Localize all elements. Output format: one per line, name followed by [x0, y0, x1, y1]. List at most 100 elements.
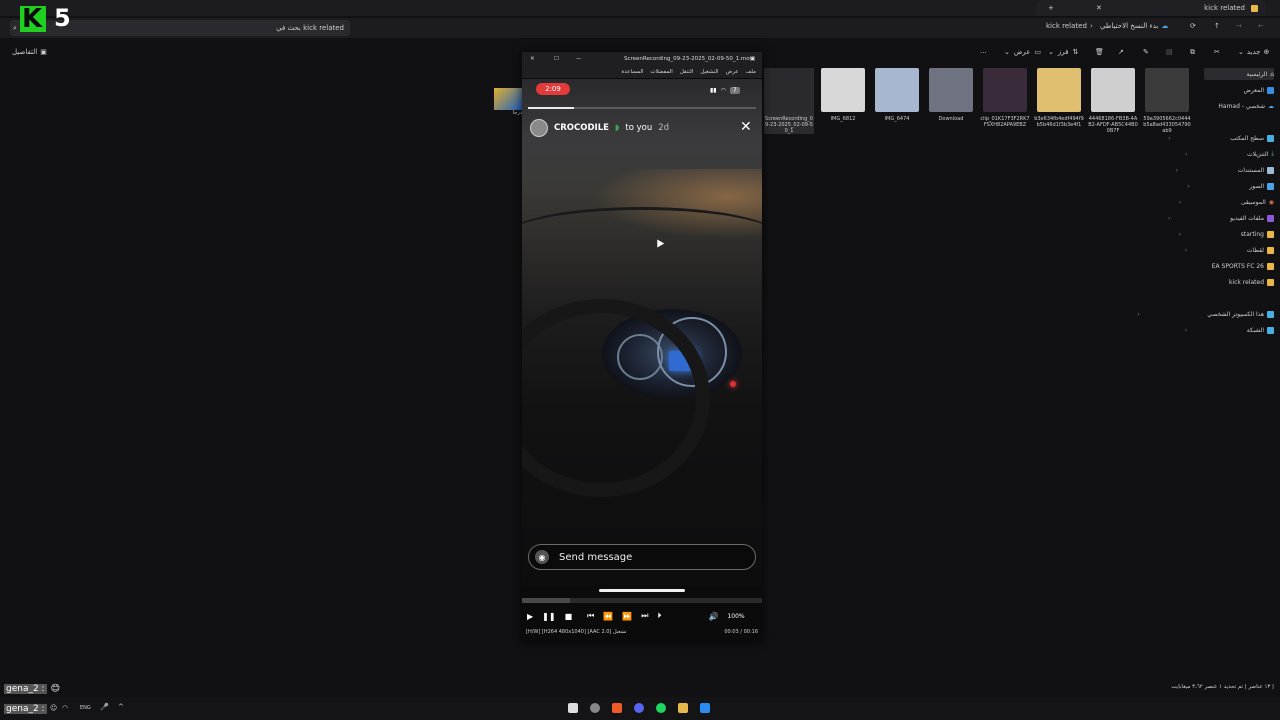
- player-menu-item[interactable]: التنقل: [680, 69, 693, 75]
- details-button[interactable]: التفاصيل ▣: [12, 48, 47, 56]
- delete-icon[interactable]: 🗑: [1095, 48, 1104, 56]
- nav-item-music[interactable]: › الموسيقى ◉: [1179, 196, 1274, 208]
- nav-item-kick-related[interactable]: kick related: [1229, 276, 1274, 288]
- player-menu-item[interactable]: المفضلات: [650, 69, 672, 75]
- picture-icon: [1267, 182, 1274, 190]
- stop-icon[interactable]: ■: [565, 612, 573, 621]
- expand-icon[interactable]: ›: [1185, 247, 1187, 254]
- expand-icon[interactable]: ›: [1179, 199, 1181, 206]
- maximize-icon[interactable]: ☐: [554, 56, 559, 62]
- nav-item-documents[interactable]: › المستندات: [1176, 164, 1274, 176]
- nav-item-gallery[interactable]: المعرض: [1244, 84, 1274, 96]
- breadcrumb[interactable]: kick related: [1046, 22, 1087, 30]
- nav-item-downloads[interactable]: › التنزيلات ⤓: [1185, 148, 1274, 160]
- share-icon[interactable]: ↗: [1118, 48, 1124, 56]
- tray-chevron-icon[interactable]: ^: [118, 703, 124, 711]
- player-menu-item[interactable]: ملف: [746, 69, 756, 75]
- expand-icon[interactable]: ›: [1185, 327, 1187, 334]
- fast-forward-icon[interactable]: ⏩: [622, 612, 632, 621]
- player-menu-bar: المساعدة المفضلات التنقل التشغيل عرض ملف: [522, 66, 762, 78]
- discord-taskbar-icon[interactable]: [634, 703, 644, 713]
- player-menu-item[interactable]: عرض: [726, 69, 739, 75]
- player-menu-item[interactable]: المساعدة: [621, 69, 643, 75]
- expand-icon[interactable]: ›: [1185, 151, 1187, 158]
- wifi-tray-icon[interactable]: ◠: [62, 704, 68, 712]
- view-button[interactable]: ⌄ عرض ▭: [1004, 48, 1041, 56]
- cut-icon[interactable]: ✂: [1214, 48, 1220, 56]
- avatar[interactable]: [530, 119, 548, 137]
- more-options-icon[interactable]: ...: [980, 47, 987, 55]
- new-tab-icon[interactable]: +: [1048, 4, 1054, 12]
- sort-button[interactable]: ⌄ فرز ⇅: [1048, 48, 1078, 56]
- file-thumbnail[interactable]: b3e634fb4edf494f9b5b46d1f3b3e4f1: [1034, 68, 1084, 128]
- nav-item-starting[interactable]: › starting: [1179, 228, 1274, 240]
- forward-arrow-icon[interactable]: →: [1236, 22, 1242, 30]
- close-icon[interactable]: ✕: [530, 56, 535, 62]
- file-thumbnail[interactable]: 44468186-FB3B-4AB2-AFDF-AB5C44B00B7F: [1088, 68, 1138, 134]
- settings-taskbar-icon[interactable]: [590, 703, 600, 713]
- rename-icon[interactable]: ✎: [1143, 48, 1149, 56]
- pause-icon[interactable]: ❚❚: [542, 612, 555, 621]
- story-close-icon[interactable]: ✕: [740, 120, 752, 134]
- nav-item-network[interactable]: › الشبكة: [1185, 324, 1274, 336]
- nav-item-pictures[interactable]: › الصور: [1187, 180, 1274, 192]
- file-thumbnail[interactable]: Download: [926, 68, 976, 122]
- media-player-taskbar-icon[interactable]: [568, 703, 578, 713]
- video-codec-label: [H264 480x1040]: [541, 629, 586, 635]
- volume-level[interactable]: 100%: [727, 613, 744, 620]
- camera-icon[interactable]: ◉: [535, 550, 549, 564]
- frame-step-icon[interactable]: ⏵: [657, 611, 661, 621]
- video-frame[interactable]: [522, 79, 762, 585]
- player-app-icon: ▣: [750, 56, 756, 62]
- next-icon[interactable]: ⏭: [641, 611, 648, 621]
- expand-icon[interactable]: ›: [1168, 135, 1170, 142]
- network-icon: [1267, 326, 1274, 334]
- player-info-bar: [H/W] [H264 480x1040] [AAC 2.0] تشغيل 00…: [522, 629, 762, 639]
- close-tab-icon[interactable]: ✕: [1096, 4, 1102, 12]
- file-explorer-taskbar-icon[interactable]: [678, 703, 688, 713]
- tab-kick-related[interactable]: ✕ + kick related: [1036, 0, 1266, 16]
- nav-item-ea[interactable]: EA SPORTS FC 26: [1212, 260, 1274, 272]
- microphone-icon[interactable]: 🎤: [100, 703, 109, 711]
- volume-icon[interactable]: 🔊: [708, 612, 718, 621]
- nav-item-clips[interactable]: › لقطات: [1185, 244, 1274, 256]
- file-thumbnail-partial[interactable]: درجا: [494, 88, 522, 116]
- file-thumbnail[interactable]: clip_01K17F3F2RK7FSXH82APA9EBZ: [980, 68, 1030, 128]
- nav-item-videos[interactable]: › ملفات الفيديو: [1168, 212, 1274, 224]
- backup-button[interactable]: بدء النسخ الاحتياطي ☁: [1100, 22, 1168, 30]
- up-arrow-icon[interactable]: ↑: [1214, 22, 1220, 30]
- expand-icon[interactable]: ›: [1168, 215, 1170, 222]
- nav-item-personal[interactable]: Hamad - شخصي ☁: [1218, 100, 1274, 112]
- chat-tray-icon[interactable]: ☺: [50, 704, 57, 712]
- story-username[interactable]: CROCODILE: [554, 123, 609, 133]
- address-bar: ⌕ بحث في kick related بدء النسخ الاحتياط…: [0, 18, 1280, 38]
- language-indicator[interactable]: ENG: [80, 705, 91, 711]
- file-thumbnail[interactable]: IMG_6474: [872, 68, 922, 122]
- file-thumbnail[interactable]: ScreenRecording_09-23-2025_02-09-50_1: [764, 68, 814, 134]
- nav-item-desktop[interactable]: › سطح المكتب: [1168, 132, 1274, 144]
- expand-icon[interactable]: ›: [1137, 311, 1139, 318]
- file-thumbnail[interactable]: 59a3905662c0444b5a8ad433054790ab9: [1142, 68, 1192, 134]
- copy-icon[interactable]: ⧉: [1190, 48, 1195, 57]
- rewind-icon[interactable]: ⏪: [603, 612, 613, 621]
- player-menu-item[interactable]: التشغيل: [700, 69, 718, 75]
- windows-start-icon[interactable]: [700, 703, 710, 713]
- spotify-taskbar-icon[interactable]: [656, 703, 666, 713]
- minimize-icon[interactable]: —: [576, 56, 582, 62]
- refresh-icon[interactable]: ⟳: [1190, 22, 1196, 30]
- play-icon[interactable]: ▶: [527, 612, 533, 621]
- nav-item-this-pc[interactable]: › هذا الكمبيوتر الشخصي: [1137, 308, 1274, 320]
- expand-icon[interactable]: ›: [1176, 167, 1178, 174]
- seek-bar-fill: [522, 598, 570, 603]
- brave-taskbar-icon[interactable]: [612, 703, 622, 713]
- expand-icon[interactable]: ›: [1187, 183, 1189, 190]
- kick-logo: K: [20, 4, 46, 34]
- back-arrow-icon[interactable]: ←: [1258, 22, 1264, 30]
- file-thumbnail[interactable]: IMG_6812: [818, 68, 868, 122]
- paste-icon[interactable]: ▤: [1166, 48, 1173, 56]
- send-message-input[interactable]: ◉ Send message: [528, 544, 756, 570]
- expand-icon[interactable]: ›: [1179, 231, 1181, 238]
- previous-icon[interactable]: ⏮: [587, 611, 594, 621]
- new-button[interactable]: ⌄ جديد ⊕: [1238, 48, 1269, 56]
- nav-item-home[interactable]: الرئيسية ⌂: [1204, 68, 1274, 80]
